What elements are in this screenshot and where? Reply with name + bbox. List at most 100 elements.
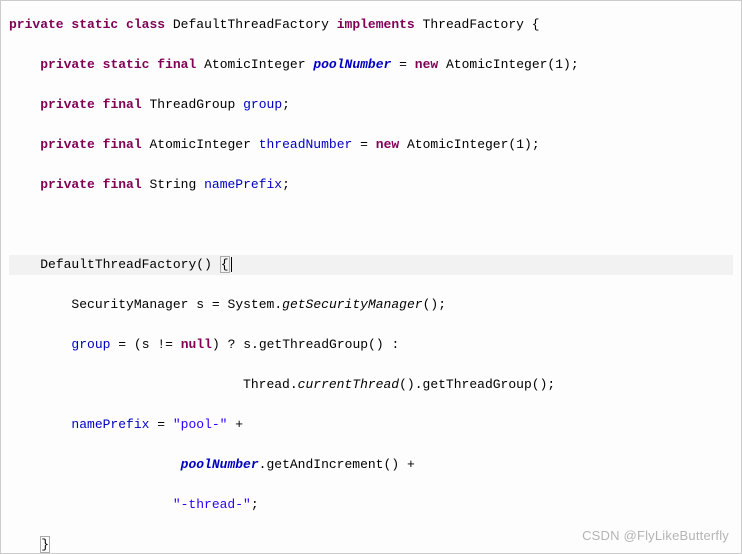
number-literal: 1 — [555, 57, 563, 72]
keyword-new: new — [415, 57, 438, 72]
number-literal: 1 — [516, 137, 524, 152]
keyword-static: static — [103, 57, 150, 72]
code-line: private static final AtomicInteger poolN… — [9, 55, 733, 75]
code-line — [9, 215, 733, 235]
code-line: poolNumber.getAndIncrement() + — [9, 455, 733, 475]
watermark-text: CSDN @FlyLikeButterfly — [582, 528, 729, 543]
field-group: group — [71, 337, 110, 352]
punct: ? — [228, 337, 236, 352]
var-s: s — [243, 337, 251, 352]
keyword-private: private — [40, 177, 95, 192]
code-line: Thread.currentThread().getThreadGroup(); — [9, 375, 733, 395]
var-s: s — [196, 297, 204, 312]
field-threadNumber: threadNumber — [259, 137, 353, 152]
keyword-private: private — [40, 97, 95, 112]
punct: = — [360, 137, 368, 152]
code-line: group = (s != null) ? s.getThreadGroup()… — [9, 335, 733, 355]
punct: : — [391, 337, 399, 352]
punct: = — [399, 57, 407, 72]
class-name: Thread — [243, 377, 290, 392]
field-namePrefix: namePrefix — [204, 177, 282, 192]
punct: = — [157, 417, 165, 432]
punct: ; — [282, 177, 290, 192]
punct: ) — [376, 337, 384, 352]
method-call: getSecurityManager — [282, 297, 422, 312]
keyword-final: final — [103, 97, 142, 112]
class-name: AtomicInteger — [149, 137, 250, 152]
string-literal: "-thread-" — [173, 497, 251, 512]
punct: != — [157, 337, 173, 352]
code-line: namePrefix = "pool-" + — [9, 415, 733, 435]
field-poolNumber: poolNumber — [181, 457, 259, 472]
punct: + — [407, 457, 415, 472]
punct: = — [118, 337, 126, 352]
punct: ( — [196, 257, 204, 272]
brace-highlight: { — [220, 256, 230, 273]
keyword-private: private — [9, 17, 64, 32]
punct: ( — [532, 377, 540, 392]
class-name: System — [228, 297, 275, 312]
punct: ; — [251, 497, 259, 512]
punct: ) — [391, 457, 399, 472]
punct: ; — [532, 137, 540, 152]
field-namePrefix: namePrefix — [71, 417, 149, 432]
punct: ) — [407, 377, 415, 392]
punct: { — [532, 17, 540, 32]
brace-highlight: } — [40, 536, 50, 553]
punct: ; — [547, 377, 555, 392]
code-block: private static class DefaultThreadFactor… — [9, 15, 733, 554]
keyword-implements: implements — [337, 17, 415, 32]
code-line: private final String namePrefix; — [9, 175, 733, 195]
punct: ( — [399, 377, 407, 392]
punct: ( — [368, 337, 376, 352]
keyword-class: class — [126, 17, 165, 32]
method-call: getThreadGroup — [259, 337, 368, 352]
class-name: ThreadFactory — [423, 17, 524, 32]
punct: ( — [134, 337, 142, 352]
class-name: DefaultThreadFactory — [173, 17, 329, 32]
keyword-private: private — [40, 57, 95, 72]
class-name: AtomicInteger — [204, 57, 305, 72]
punct: . — [251, 337, 259, 352]
keyword-final: final — [103, 177, 142, 192]
class-name: SecurityManager — [71, 297, 188, 312]
var-s: s — [142, 337, 150, 352]
class-name: AtomicInteger — [407, 137, 508, 152]
punct: ; — [438, 297, 446, 312]
class-name: AtomicInteger — [446, 57, 547, 72]
punct: ) — [212, 337, 220, 352]
punct: = — [212, 297, 220, 312]
punct: + — [235, 417, 243, 432]
code-screenshot-frame: private static class DefaultThreadFactor… — [0, 0, 742, 554]
string-literal: "pool-" — [173, 417, 228, 432]
code-line: private final AtomicInteger threadNumber… — [9, 135, 733, 155]
field-poolNumber: poolNumber — [313, 57, 391, 72]
code-line: "-thread-"; — [9, 495, 733, 515]
method-call: getThreadGroup — [423, 377, 532, 392]
keyword-new: new — [376, 137, 399, 152]
punct: ; — [571, 57, 579, 72]
class-name: ThreadGroup — [149, 97, 235, 112]
keyword-static: static — [71, 17, 118, 32]
method-call: currentThread — [298, 377, 399, 392]
punct: . — [274, 297, 282, 312]
code-line: SecurityManager s = System.getSecurityMa… — [9, 295, 733, 315]
punct: ; — [282, 97, 290, 112]
keyword-private: private — [40, 137, 95, 152]
punct: ) — [524, 137, 532, 152]
keyword-final: final — [103, 137, 142, 152]
code-line: private final ThreadGroup group; — [9, 95, 733, 115]
constructor-name: DefaultThreadFactory — [40, 257, 196, 272]
cursor-caret — [231, 257, 240, 272]
code-line-highlight: DefaultThreadFactory() { — [9, 255, 733, 275]
keyword-null: null — [181, 337, 212, 352]
keyword-final: final — [157, 57, 196, 72]
field-group: group — [243, 97, 282, 112]
punct: . — [415, 377, 423, 392]
method-call: getAndIncrement — [266, 457, 383, 472]
punct: . — [290, 377, 298, 392]
punct: ) — [204, 257, 212, 272]
class-name: String — [149, 177, 196, 192]
code-line: private static class DefaultThreadFactor… — [9, 15, 733, 35]
punct: ) — [563, 57, 571, 72]
